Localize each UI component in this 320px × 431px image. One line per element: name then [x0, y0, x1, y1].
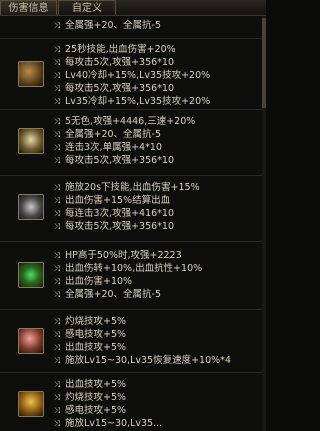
- shuffle-icon: ⤨: [53, 419, 61, 428]
- effect-line: ⤨ 5无色,攻强+4446,三速+20%: [53, 116, 196, 127]
- gold-flask-icon[interactable]: [18, 391, 44, 417]
- effect-line: ⤨ 施放20s下技能,出血伤害+15%: [53, 182, 200, 193]
- effect-line: ⤨ 施放Lv15~30,Lv35恢复速度+10%*4: [53, 355, 231, 366]
- effect-group: ⤨ 灼烧技攻+5% ⤨ 感电技攻+5% ⤨ 出血技攻+5% ⤨ 施放Lv15~30,Lv…: [0, 309, 262, 372]
- effect-line: ⤨ 每攻击5次,攻强+356*10: [53, 83, 174, 94]
- emerald-gauntlet-icon[interactable]: [18, 61, 44, 87]
- effect-line: ⤨ 连击3次,单属强+4*10: [53, 142, 162, 153]
- green-gem-ring-icon[interactable]: [18, 262, 44, 288]
- effect-line: ⤨ 全属强+20、全属抗-5: [53, 129, 162, 140]
- effect-line: ⤨ 出血伤害+15%结算出血: [53, 195, 171, 206]
- effect-line: ⤨ 感电技攻+5%: [53, 329, 127, 340]
- effect-group: ⤨ HP高于50%时,攻强+2223 ⤨ 出血伤转+10%,出血抗性+10% ⤨ 出血…: [0, 241, 262, 309]
- effect-line: ⤨ 全属强+20、全属抗-5: [53, 289, 162, 300]
- shuffle-icon: ⤨: [53, 222, 61, 231]
- shuffle-icon: ⤨: [53, 117, 61, 126]
- shuffle-icon: ⤨: [53, 343, 61, 352]
- effect-line: ⤨ 灼烧技攻+5%: [53, 392, 127, 403]
- effect-line: ⤨ 每攻击5次,攻强+356*10: [53, 57, 174, 68]
- shuffle-icon: ⤨: [53, 143, 61, 152]
- equipment-effect-list: ⤨ 全属强+20、全属抗-5 ⤨ 25秒技能,出血伤害+20% ⤨ 每攻击5次,攻强+…: [0, 16, 262, 431]
- shuffle-icon: ⤨: [53, 356, 61, 365]
- shuffle-icon: ⤨: [53, 406, 61, 415]
- shuffle-icon: ⤨: [53, 290, 61, 299]
- effect-group: ⤨ 5无色,攻强+4446,三速+20% ⤨ 全属强+20、全属抗-5 ⤨ 连击3次,…: [0, 109, 262, 175]
- effect-group: ⤨ 施放20s下技能,出血伤害+15% ⤨ 出血伤害+15%结算出血 ⤨ 每连击3次,…: [0, 175, 262, 241]
- effect-line: ⤨ 25秒技能,出血伤害+20%: [53, 44, 176, 55]
- shuffle-icon: ⤨: [53, 84, 61, 93]
- shuffle-icon: ⤨: [53, 196, 61, 205]
- effect-line: ⤨ HP高于50%时,攻强+2223: [53, 250, 182, 261]
- shuffle-icon: ⤨: [53, 264, 61, 273]
- steel-bracer-icon[interactable]: [18, 194, 44, 220]
- effect-line: ⤨ 每攻击5次,攻强+356*10: [53, 155, 174, 166]
- effect-group: ⤨ 出血技攻+5% ⤨ 灼烧技攻+5% ⤨ 感电技攻+5% ⤨ 施放Lv15~30,Lv…: [0, 372, 262, 431]
- shuffle-icon: ⤨: [53, 393, 61, 402]
- effect-line: ⤨ 全属强+20、全属抗-5: [53, 20, 162, 31]
- shuffle-icon: ⤨: [53, 97, 61, 106]
- shuffle-icon: ⤨: [53, 380, 61, 389]
- effect-line: ⤨ Lv35冷却+15%,Lv35技攻+20%: [53, 96, 211, 107]
- scrollbar[interactable]: [262, 16, 266, 431]
- shuffle-icon: ⤨: [53, 156, 61, 165]
- tab-custom[interactable]: 自定义: [58, 0, 116, 15]
- scrollbar-thumb[interactable]: [262, 18, 266, 108]
- effect-group: ⤨ 25秒技能,出血伤害+20% ⤨ 每攻击5次,攻强+356*10 ⤨ Lv40冷却…: [0, 38, 262, 109]
- shuffle-icon: ⤨: [53, 317, 61, 326]
- effect-line: ⤨ 出血技攻+5%: [53, 379, 127, 390]
- effect-line: ⤨ 每攻击5次,攻强+356*10: [53, 221, 174, 232]
- effect-line: ⤨ Lv40冷却+15%,Lv35技攻+20%: [53, 70, 211, 81]
- shuffle-icon: ⤨: [53, 209, 61, 218]
- effect-line: ⤨ 出血技攻+5%: [53, 342, 127, 353]
- shuffle-icon: ⤨: [53, 251, 61, 260]
- shuffle-icon: ⤨: [53, 130, 61, 139]
- shuffle-icon: ⤨: [53, 21, 61, 30]
- shuffle-icon: ⤨: [53, 58, 61, 67]
- pink-charm-icon[interactable]: [18, 328, 44, 354]
- shuffle-icon: ⤨: [53, 45, 61, 54]
- effect-line: ⤨ 出血伤转+10%,出血抗性+10%: [53, 263, 203, 274]
- shuffle-icon: ⤨: [53, 183, 61, 192]
- effect-line: ⤨ 每连击3次,攻强+416*10: [53, 208, 174, 219]
- effect-line: ⤨ 出血伤害+10%: [53, 276, 133, 287]
- tab-bar: 伤害信息 自定义: [0, 0, 266, 16]
- effect-line: ⤨ 施放Lv15~30,Lv35...: [53, 418, 163, 429]
- effect-line: ⤨ 感电技攻+5%: [53, 405, 127, 416]
- shuffle-icon: ⤨: [53, 330, 61, 339]
- shuffle-icon: ⤨: [53, 277, 61, 286]
- shuffle-icon: ⤨: [53, 71, 61, 80]
- tab-damage-info[interactable]: 伤害信息: [0, 0, 57, 15]
- effect-line: ⤨ 灼烧技攻+5%: [53, 316, 127, 327]
- golden-ring-icon[interactable]: [18, 128, 44, 154]
- effect-group: ⤨ 全属强+20、全属抗-5: [0, 16, 262, 37]
